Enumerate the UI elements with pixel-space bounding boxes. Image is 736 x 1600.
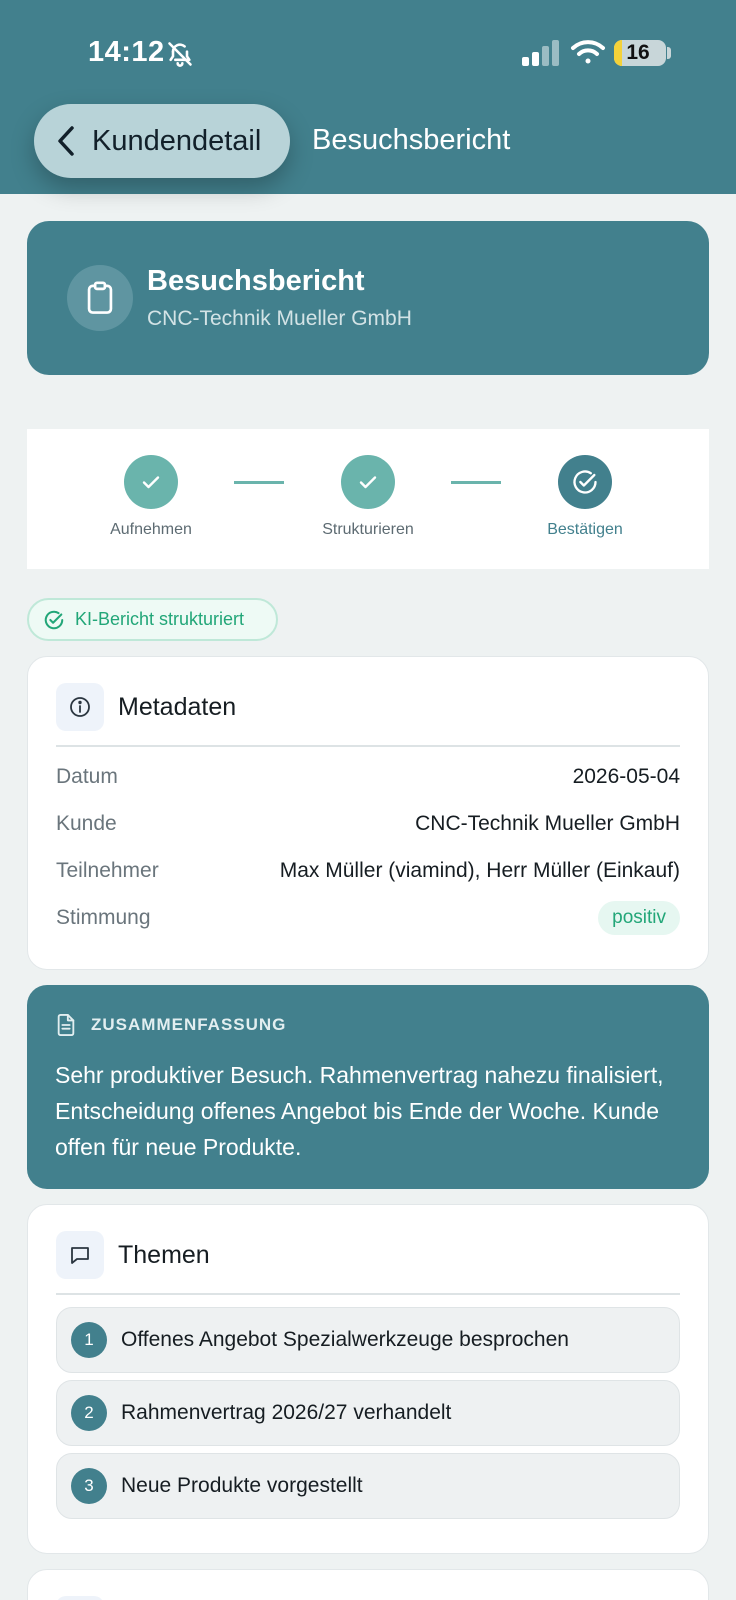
progress-stepper: Aufnehmen Strukturieren Bestätigen [27, 429, 709, 569]
document-icon [57, 1014, 75, 1037]
card-title: Themen [118, 1240, 210, 1269]
chevron-left-icon [58, 126, 74, 156]
metadata-card: Metadaten Datum 2026-05-04 Kunde CNC-Tec… [27, 656, 709, 970]
meta-row-datum: Datum 2026-05-04 [56, 765, 680, 789]
summary-label: ZUSAMMENFASSUNG [91, 1015, 287, 1034]
step-bestaetigen[interactable]: Bestätigen [505, 455, 665, 539]
meta-key: Stimmung [56, 906, 151, 929]
topic-text: Neue Produkte vorgestellt [121, 1474, 363, 1497]
meta-row-kunde: Kunde CNC-Technik Mueller GmbH [56, 812, 680, 836]
step-label: Strukturieren [322, 521, 414, 538]
back-button-label: Kundendetail [92, 124, 262, 157]
battery-level: 16 [626, 41, 650, 64]
step-aufnehmen[interactable]: Aufnehmen [71, 455, 231, 539]
battery-tip [667, 47, 671, 59]
card-header: Themen [56, 1231, 210, 1279]
wifi-icon [571, 40, 605, 64]
meta-value: CNC-Technik Mueller GmbH [415, 812, 680, 835]
divider [56, 1293, 680, 1295]
summary-text: Sehr produktiver Besuch. Rahmenvertrag n… [55, 1062, 664, 1160]
hero-subtitle: CNC-Technik Mueller GmbH [147, 307, 412, 330]
meta-value: Max Müller (viamind), Herr Müller (Einka… [279, 859, 680, 882]
meta-value: 2026-05-04 [572, 765, 680, 788]
step-connector [234, 481, 284, 484]
card-icon-partial [56, 1596, 104, 1600]
divider [56, 745, 680, 747]
topics-card: Themen 1 Offenes Angebot Spezialwerkzeug… [27, 1204, 709, 1554]
topic-number: 3 [71, 1468, 107, 1504]
card-title: Metadaten [118, 692, 237, 721]
topic-item[interactable]: 2 Rahmenvertrag 2026/27 verhandelt [56, 1380, 680, 1446]
meta-key: Datum [56, 765, 118, 788]
check-icon [124, 455, 178, 509]
ai-status-badge: KI-Bericht strukturiert [27, 598, 278, 641]
status-time: 14:12 [88, 36, 165, 68]
summary-header: ZUSAMMENFASSUNG [55, 1013, 286, 1037]
check-circle-icon [558, 455, 612, 509]
step-connector [451, 481, 501, 484]
bell-off-icon [168, 42, 192, 67]
hero-title: Besuchsbericht [147, 265, 365, 297]
meta-key: Kunde [56, 812, 117, 835]
back-button[interactable]: Kundendetail [34, 104, 290, 178]
meta-row-stimmung: Stimmung positiv [56, 901, 680, 935]
chat-bubble-icon [56, 1231, 104, 1279]
topic-item[interactable]: 3 Neue Produkte vorgestellt [56, 1453, 680, 1519]
topic-number: 2 [71, 1395, 107, 1431]
report-hero-card: Besuchsbericht CNC-Technik Mueller GmbH [27, 221, 709, 375]
header: 14:12 16 Kundendetail Besuchsbericht [0, 0, 736, 194]
meta-key: Teilnehmer [56, 859, 159, 882]
info-icon [56, 683, 104, 731]
check-icon [341, 455, 395, 509]
summary-card: ZUSAMMENFASSUNG Sehr produktiver Besuch.… [27, 985, 709, 1189]
topic-number: 1 [71, 1322, 107, 1358]
topic-text: Rahmenvertrag 2026/27 verhandelt [121, 1401, 452, 1424]
step-label: Bestätigen [547, 521, 623, 538]
next-card [27, 1569, 709, 1600]
topic-item[interactable]: 1 Offenes Angebot Spezialwerkzeuge bespr… [56, 1307, 680, 1373]
ai-badge-label: KI-Bericht strukturiert [75, 609, 245, 629]
step-label: Aufnehmen [110, 521, 192, 538]
topic-text: Offenes Angebot Spezialwerkzeuge besproc… [121, 1328, 569, 1351]
check-circle-icon [44, 610, 64, 629]
clipboard-icon [67, 265, 133, 331]
page-title: Besuchsbericht [312, 124, 511, 156]
step-strukturieren[interactable]: Strukturieren [288, 455, 448, 539]
mood-badge: positiv [598, 901, 680, 935]
battery-icon: 16 [614, 40, 666, 66]
cellular-signal-icon [522, 40, 559, 66]
card-header: Metadaten [56, 683, 236, 731]
meta-row-teilnehmer: Teilnehmer Max Müller (viamind), Herr Mü… [56, 859, 680, 883]
status-bar: 14:12 16 [0, 0, 736, 104]
